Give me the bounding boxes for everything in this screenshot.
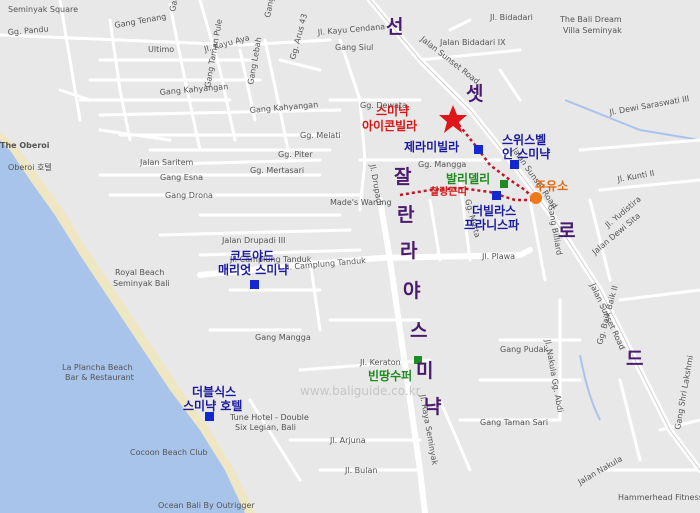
road-label: Gang Drona (165, 191, 213, 200)
star-villa-label-2: 아이콘빌라 (362, 119, 418, 133)
road-label: Jalan Bidadari IX (439, 38, 506, 47)
raya-seminyak-kr: 야 (403, 280, 421, 302)
map-canvas[interactable]: Gg. Pandu Seminyak Square Gang Merta Gan… (0, 0, 700, 513)
raya-seminyak-kr: 미 (416, 360, 434, 382)
road-label: Gg. Melati (300, 131, 341, 140)
place-label: Oberoi 호텔 (8, 163, 52, 172)
hotel-label: 코트야드 (230, 249, 275, 263)
fuel-label: 주유소 (535, 179, 569, 193)
cafe-marker[interactable] (500, 180, 508, 188)
place-label: La Plancha Beach (62, 363, 133, 372)
raya-seminyak-kr: 스 (410, 320, 428, 342)
sunset-road-kr: 선 (386, 16, 404, 38)
place-label: Hammerhead Fitness (618, 493, 700, 502)
hotel-label: 제라미빌라 (404, 140, 460, 154)
place-label: Cocoon Beach Club (130, 448, 208, 457)
raya-seminyak-kr: 잘 (394, 166, 412, 188)
hotel-marker[interactable] (510, 160, 519, 169)
place-label: Royal Beach (115, 268, 164, 277)
cafe-label: 빈땅수퍼 (368, 369, 413, 383)
road-label: Gang Siul (335, 43, 373, 52)
road-label: Jalan Saritem (139, 158, 194, 167)
road-label: Gang Pudak (500, 345, 549, 354)
sunset-road-kr: 드 (626, 348, 644, 370)
fuel-icon[interactable] (530, 192, 542, 204)
restaurant-label: 찰랑끈띠 (430, 187, 467, 198)
road-label: Made's Warung (330, 198, 392, 207)
road-label: Gg. Mangga (418, 160, 466, 169)
map-svg: Gg. Pandu Seminyak Square Gang Merta Gan… (0, 0, 700, 513)
hotel-label: 매리엇 스미냑 (218, 263, 289, 277)
place-label: Tune Hotel - Double (229, 413, 309, 422)
hotel-label: 더빌라스 (472, 204, 517, 218)
watermark: www.baliguide.co.kr (300, 384, 421, 398)
road-label: Gg. Piter (278, 150, 313, 159)
road-label: Jalan Drupadi III (221, 236, 285, 245)
hotel-label: 더블식스 (192, 385, 237, 399)
hotel-label: 프라니스파 (464, 218, 520, 232)
place-label: Seminyak Bali (113, 279, 170, 288)
road-label: Jl. Plawa (481, 252, 515, 261)
raya-seminyak-kr: 냑 (424, 396, 442, 418)
road-label: Gg. Mertasari (250, 166, 304, 175)
hotel-label: 인 스미냑 (502, 147, 551, 161)
sunset-road-kr: 로 (558, 220, 576, 242)
place-label: The Oberoi (0, 141, 50, 150)
road-label: Gang Taman Sari (480, 418, 548, 427)
road-label: Jl. Keraton (359, 358, 401, 367)
raya-seminyak-kr: 란 (397, 204, 415, 226)
road-label: Jl. Bulan (344, 466, 377, 475)
cafe-label: 발리델리 (446, 172, 491, 186)
road-label: Villa Seminyak (563, 26, 622, 35)
hotel-marker[interactable] (474, 145, 483, 154)
road-label: Gang Esna (160, 173, 203, 182)
road-label: Seminyak Square (8, 5, 78, 14)
hotel-label: 스위스벨 (502, 133, 547, 147)
road-label: Jl. Arjuna (329, 436, 366, 445)
road-label: Jl. Bidadari (489, 13, 533, 22)
place-label: Bar & Restaurant (65, 373, 134, 382)
star-villa-label-1: 스미냑 (376, 104, 410, 118)
sunset-road-kr: 셋 (466, 83, 484, 105)
road-label: Ultimo (148, 45, 174, 54)
place-label: Ocean Bali By Outrigger (158, 501, 255, 510)
hotel-marker[interactable] (205, 412, 214, 421)
hotel-label: 스미냑 호텔 (183, 399, 243, 413)
star-icon (439, 105, 467, 133)
place-label: Six Legian, Bali (235, 423, 296, 432)
hotel-marker[interactable] (492, 191, 501, 200)
road-label: The Bali Dream (559, 15, 622, 24)
hotel-marker[interactable] (250, 280, 259, 289)
raya-seminyak-kr: 라 (400, 240, 418, 262)
road-label: Gang Mangga (255, 333, 311, 342)
